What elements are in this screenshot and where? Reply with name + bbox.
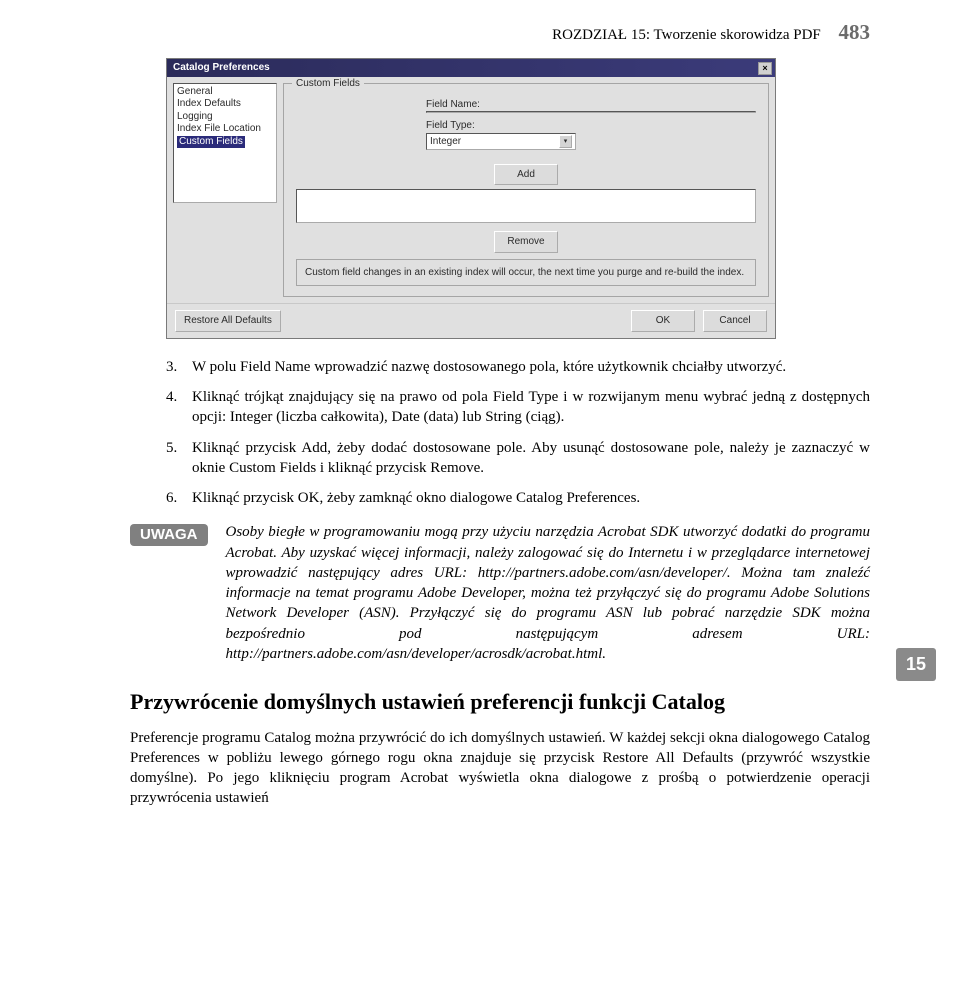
list-item-selected[interactable]: Custom Fields [177,136,245,149]
remove-button[interactable]: Remove [494,231,558,253]
groupbox-title: Custom Fields [292,77,364,91]
field-name-input[interactable] [426,111,756,113]
uwaga-label: UWAGA [130,524,208,546]
list-item[interactable]: General [177,86,273,99]
page-header: ROZDZIAŁ 15: Tworzenie skorowidza PDF 48… [130,18,870,46]
list-item: 3.W polu Field Name wprowadzić nazwę dos… [166,357,870,377]
list-item[interactable]: Logging [177,111,273,124]
chapter-side-tab: 15 [896,648,936,680]
dialog-note: Custom field changes in an existing inde… [296,259,756,287]
category-listbox[interactable]: General Index Defaults Logging Index Fil… [173,83,277,203]
list-item: 5.Kliknąć przycisk Add, żeby dodać dosto… [166,438,870,479]
add-button[interactable]: Add [494,164,558,186]
list-item: 6.Kliknąć przycisk OK, żeby zamknąć okno… [166,488,870,508]
list-item: 4.Kliknąć trójkąt znajdujący się na praw… [166,387,870,428]
uwaga-text: Osoby biegłe w programowaniu mogą przy u… [226,522,871,664]
custom-fields-groupbox: Custom Fields Field Name: Field Type: In… [283,83,769,298]
page-number: 483 [839,20,871,44]
field-name-label: Field Name: [426,98,566,112]
field-type-label: Field Type: [426,119,566,133]
restore-defaults-button[interactable]: Restore All Defaults [175,310,281,332]
close-icon[interactable]: × [758,62,772,75]
catalog-preferences-dialog: Catalog Preferences × General Index Defa… [166,58,776,339]
section-paragraph: Preferencje programu Catalog można przyw… [130,728,870,809]
list-item[interactable]: Index File Location [177,123,273,136]
field-type-value: Integer [430,135,461,149]
list-item[interactable]: Index Defaults [177,98,273,111]
fields-list[interactable] [296,189,756,223]
uwaga-block: UWAGA Osoby biegłe w programowaniu mogą … [130,522,870,664]
chapter-label: ROZDZIAŁ 15: [552,27,650,43]
chapter-title: Tworzenie skorowidza PDF [654,27,821,43]
dialog-titlebar: Catalog Preferences × [167,59,775,77]
ok-button[interactable]: OK [631,310,695,332]
steps-list: 3.W polu Field Name wprowadzić nazwę dos… [166,357,870,509]
section-heading: Przywrócenie domyślnych ustawień prefere… [130,688,870,716]
cancel-button[interactable]: Cancel [703,310,767,332]
field-type-select[interactable]: Integer ▾ [426,133,576,150]
dialog-title: Catalog Preferences [173,61,270,75]
chevron-down-icon: ▾ [559,135,572,148]
